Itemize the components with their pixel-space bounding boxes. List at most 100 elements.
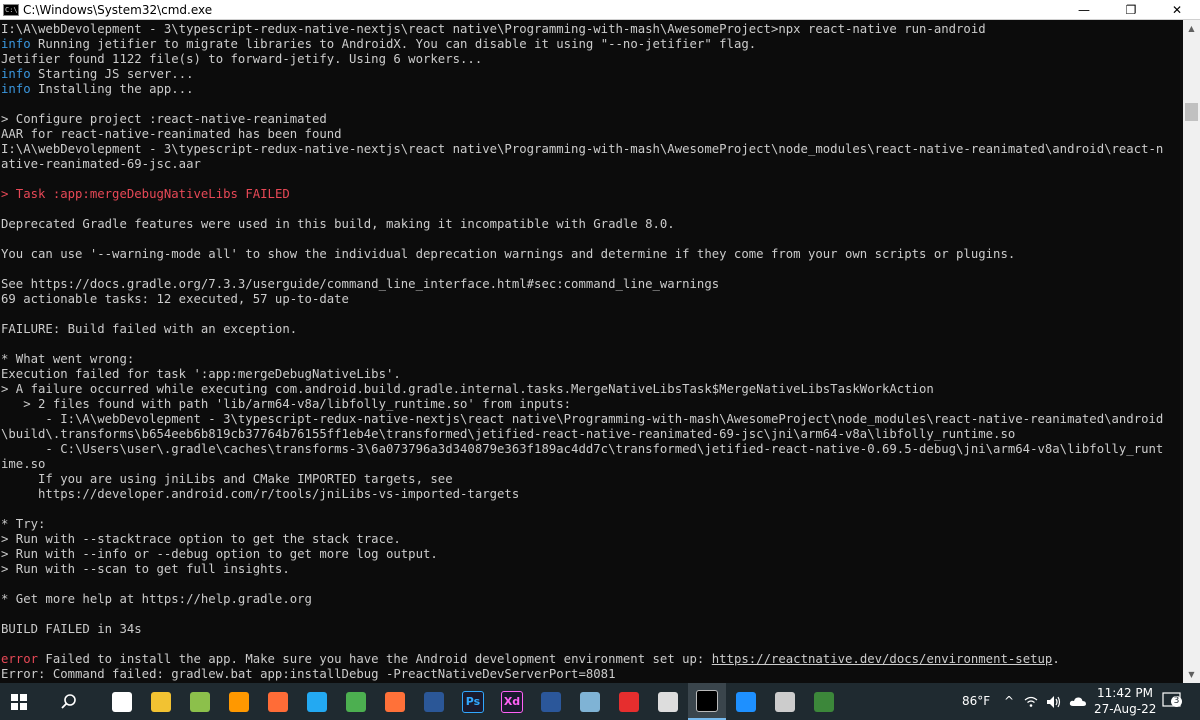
console-line: ime.so xyxy=(1,457,45,472)
console-line: Deprecated Gradle features were used in … xyxy=(1,217,675,232)
console-text-segment: See https://docs.gradle.org/7.3.3/usergu… xyxy=(1,277,720,291)
volume-icon[interactable] xyxy=(1046,695,1062,709)
taskbar-app-app-w[interactable] xyxy=(727,683,765,720)
taskbar-app-acrobat[interactable] xyxy=(610,683,648,720)
console-line: > 2 files found with path 'lib/arm64-v8a… xyxy=(1,397,571,412)
taskbar-app-sublime-text[interactable] xyxy=(220,683,258,720)
console-line: AAR for react-native-reanimated has been… xyxy=(1,127,342,142)
console-line: > A failure occurred while executing com… xyxy=(1,382,934,397)
console-text-segment: > Run with --stacktrace option to get th… xyxy=(1,532,401,546)
console-text-segment: Starting JS server... xyxy=(30,67,194,81)
sticky-notes-icon xyxy=(580,691,600,712)
console-text-segment: error xyxy=(1,652,39,666)
weather-temperature[interactable]: 86°F xyxy=(962,694,990,709)
console-text-segment: AAR for react-native-reanimated has been… xyxy=(1,127,342,141)
taskbar-app-network-tool[interactable] xyxy=(649,683,687,720)
console-text-segment: - I:\A\webDevolepment - 3\typescript-red… xyxy=(1,412,1164,426)
console-line: I:\A\webDevolepment - 3\typescript-redux… xyxy=(1,142,1163,157)
notification-count-badge: 3 xyxy=(1171,696,1182,707)
console-line: You can use '--warning-mode all' to show… xyxy=(1,247,1015,262)
network-tool-icon xyxy=(658,691,678,712)
console-line: BUILD FAILED in 34s xyxy=(1,622,142,637)
taskbar-app-powershell[interactable] xyxy=(415,683,453,720)
console-output[interactable]: I:\A\webDevolepment - 3\typescript-redux… xyxy=(0,20,1183,683)
taskbar-app-adobe-xd[interactable]: Xd xyxy=(493,683,531,720)
console-text-segment: Installing the app... xyxy=(30,82,194,96)
taskbar-app-photoshop[interactable]: Ps xyxy=(454,683,492,720)
taskbar-app-chrome[interactable] xyxy=(337,683,375,720)
scroll-down-arrow-icon[interactable]: ▼ xyxy=(1183,666,1200,683)
console-line: https://developer.android.com/r/tools/jn… xyxy=(1,487,519,502)
console-text-segment: . xyxy=(1052,652,1060,666)
console-line: error Failed to install the app. Make su… xyxy=(1,652,1060,667)
console-line: > Configure project :react-native-reanim… xyxy=(1,112,327,127)
console-line: Jetifier found 1122 file(s) to forward-j… xyxy=(1,52,482,67)
notification-center-button[interactable]: 3 xyxy=(1162,692,1182,710)
console-text-segment: https://developer.android.com/r/tools/jn… xyxy=(1,487,520,501)
taskbar-app-file-explorer[interactable] xyxy=(142,683,180,720)
scrollbar-thumb[interactable] xyxy=(1185,103,1198,121)
taskbar-app-firefox[interactable] xyxy=(376,683,414,720)
console-text-segment: info xyxy=(1,37,31,51)
vertical-scrollbar[interactable]: ▲ ▼ xyxy=(1183,20,1200,683)
console-line: * What went wrong: xyxy=(1,352,134,367)
console-text-segment: > Configure project :react-native-reanim… xyxy=(1,112,327,126)
cmd-app-icon: C:\ xyxy=(3,4,19,16)
scroll-up-arrow-icon[interactable]: ▲ xyxy=(1183,20,1200,37)
console-text-segment: info xyxy=(1,82,31,96)
console-text-segment: - C:\Users\user\.gradle\caches\transform… xyxy=(1,442,1164,456)
console-line: Error: Command failed: gradlew.bat app:i… xyxy=(1,667,615,682)
tray-overflow-caret-icon[interactable]: ^ xyxy=(1004,694,1014,709)
window-titlebar[interactable]: C:\ C:\Windows\System32\cmd.exe — ❐ ✕ xyxy=(0,0,1200,20)
console-text-segment: If you are using jniLibs and CMake IMPOR… xyxy=(1,472,453,486)
console-text-segment: Deprecated Gradle features were used in … xyxy=(1,217,675,231)
console-line: If you are using jniLibs and CMake IMPOR… xyxy=(1,472,453,487)
taskbar-app-notepad-plus[interactable] xyxy=(181,683,219,720)
console-line: FAILURE: Build failed with an exception. xyxy=(1,322,297,337)
console-text-segment: info xyxy=(1,67,31,81)
wifi-icon[interactable] xyxy=(1024,696,1038,708)
taskbar-app-cmd[interactable] xyxy=(688,683,726,720)
clock-time[interactable]: 11:42 PM xyxy=(1097,686,1153,701)
console-text-segment[interactable]: https://reactnative.dev/docs/environment… xyxy=(712,652,1053,666)
taskbar-app-nodejs[interactable] xyxy=(805,683,843,720)
taskbar-app-sticky-notes[interactable] xyxy=(571,683,609,720)
start-button[interactable] xyxy=(0,683,38,720)
screen-app-icon xyxy=(775,691,795,712)
task-view-icon xyxy=(112,691,132,712)
console-text-segment: \build\.transforms\b654eeb6b819cb37764b7… xyxy=(1,427,1016,441)
console-text-segment: ative-reanimated-69-jsc.aar xyxy=(1,157,201,171)
close-button[interactable]: ✕ xyxy=(1154,0,1200,20)
file-explorer-icon xyxy=(151,691,171,712)
taskbar-app-screen-app[interactable] xyxy=(766,683,804,720)
console-text-segment: * What went wrong: xyxy=(1,352,135,366)
console-text-segment: FAILURE: Build failed with an exception. xyxy=(1,322,298,336)
console-line: - C:\Users\user\.gradle\caches\transform… xyxy=(1,442,1163,457)
console-line: \build\.transforms\b654eeb6b819cb37764b7… xyxy=(1,427,1015,442)
chrome-icon xyxy=(346,691,366,712)
console-text-segment: jetifier xyxy=(97,37,157,51)
console-line: > Task :app:mergeDebugNativeLibs FAILED xyxy=(1,187,290,202)
taskbar-app-word[interactable] xyxy=(532,683,570,720)
window-title: C:\Windows\System32\cmd.exe xyxy=(23,3,213,17)
taskbar: Ps Xd 86°F ^ 11:42 PM 27-Aug-22 3 xyxy=(0,683,1200,720)
console-text-segment: > Run with --info or --debug option to g… xyxy=(1,547,438,561)
console-text-segment: > A failure occurred while executing com… xyxy=(1,382,934,396)
console-line: > Run with --info or --debug option to g… xyxy=(1,547,438,562)
console-line: Execution failed for task ':app:mergeDeb… xyxy=(1,367,401,382)
maximize-button[interactable]: ❐ xyxy=(1108,0,1154,20)
taskbar-app-postman[interactable] xyxy=(259,683,297,720)
console-text-segment: Running xyxy=(30,37,98,51)
search-button[interactable] xyxy=(50,683,88,720)
taskbar-app-vs-code[interactable] xyxy=(298,683,336,720)
powershell-icon xyxy=(424,691,444,712)
taskbar-app-task-view[interactable] xyxy=(103,683,141,720)
console-text-segment: > 2 files found with path 'lib/arm64-v8a… xyxy=(1,397,572,411)
postman-icon xyxy=(268,691,288,712)
onedrive-cloud-icon[interactable] xyxy=(1069,696,1087,707)
console-text-segment: ime.so xyxy=(1,457,46,471)
console-text-segment: * Get more help at https://help.gradle.o… xyxy=(1,592,312,606)
minimize-button[interactable]: — xyxy=(1061,0,1107,20)
clock-date[interactable]: 27-Aug-22 xyxy=(1094,702,1156,717)
console-line: I:\A\webDevolepment - 3\typescript-redux… xyxy=(1,22,986,37)
